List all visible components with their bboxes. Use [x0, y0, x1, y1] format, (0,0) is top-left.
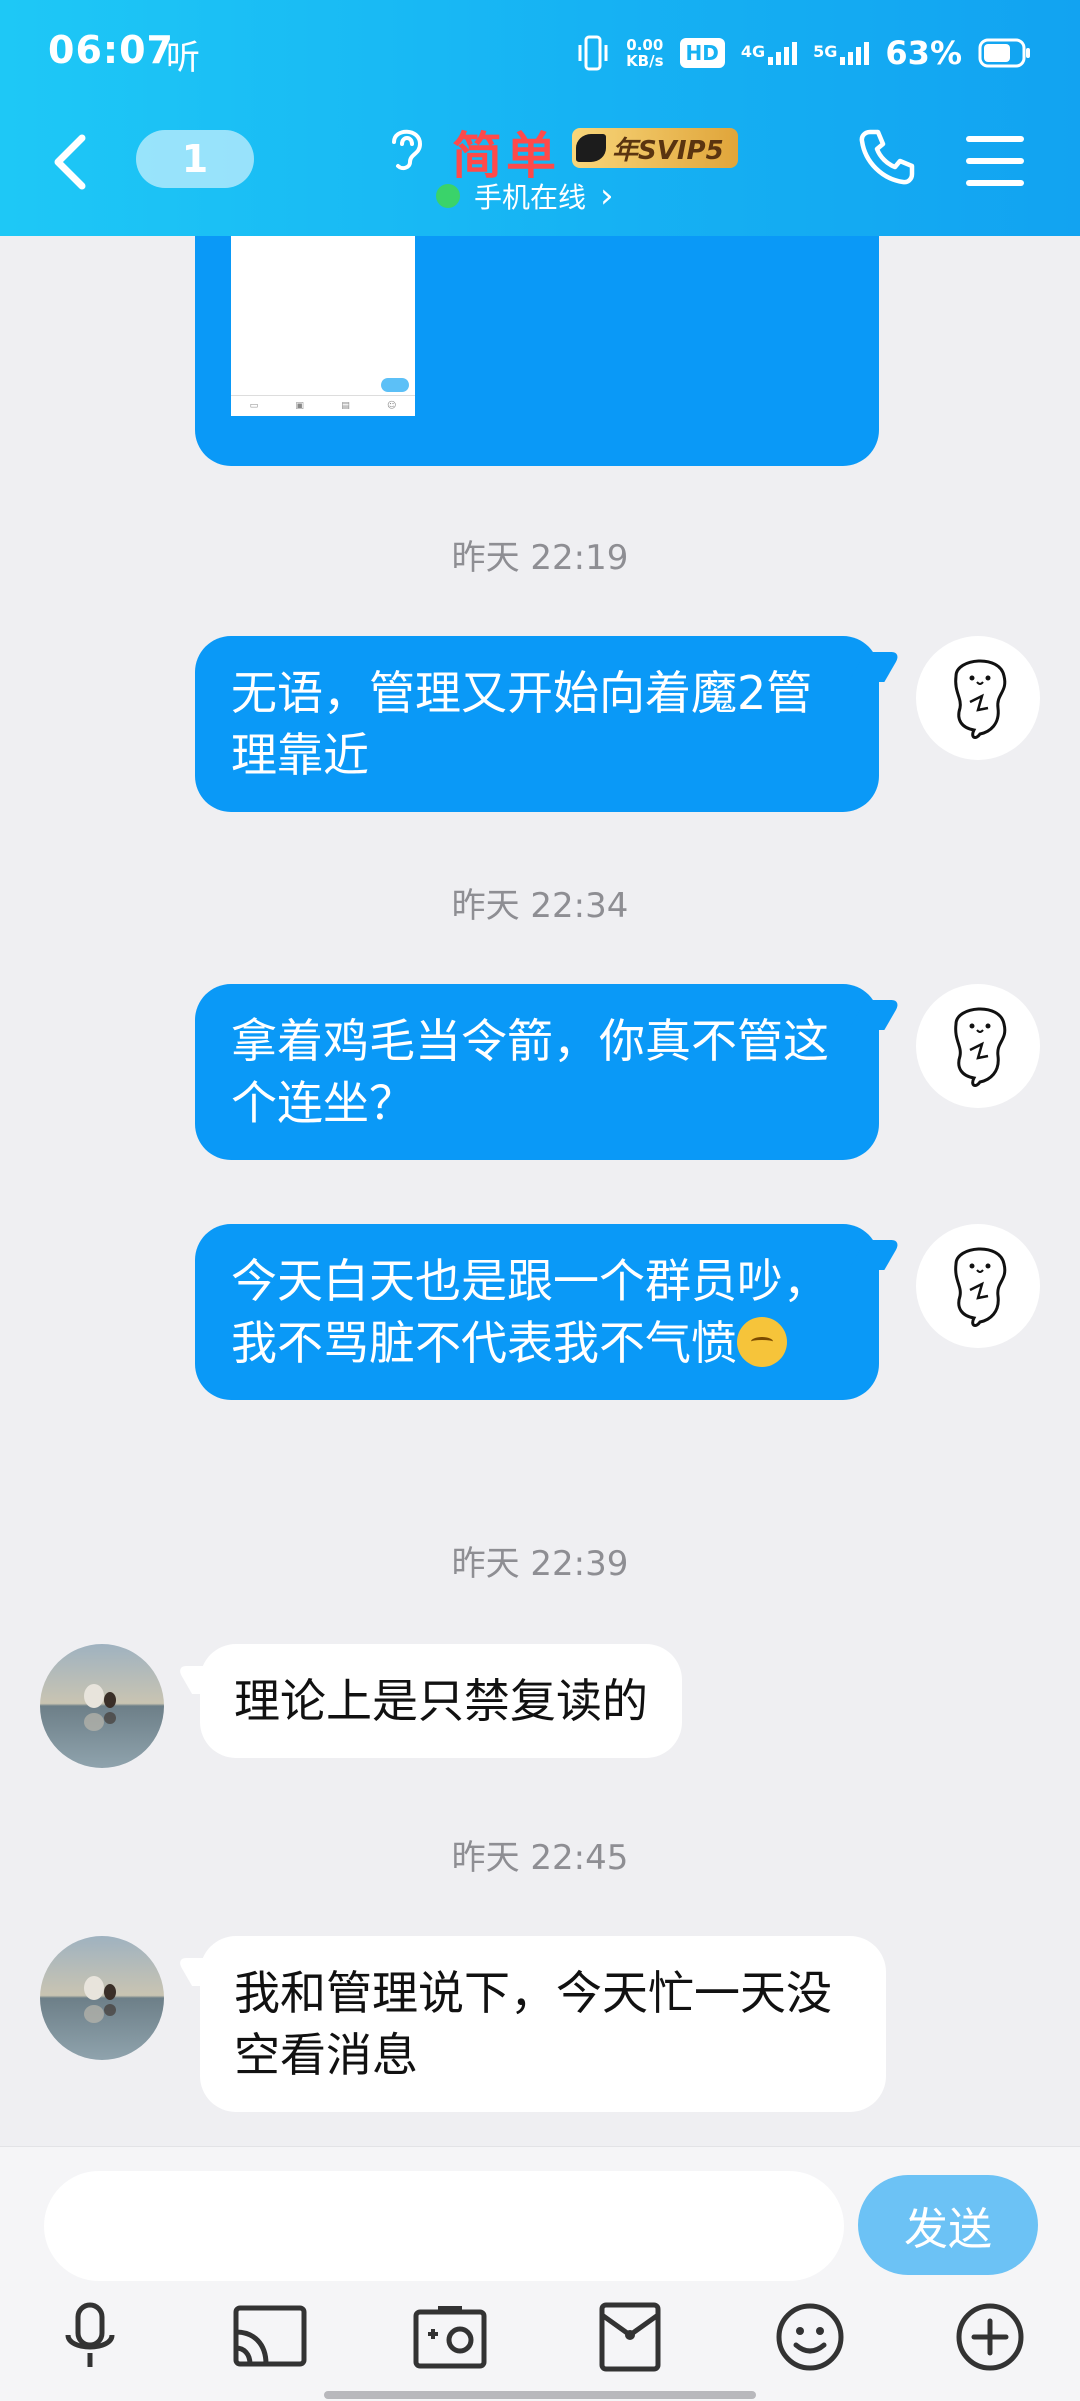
message-text: 我和管理说下，今天忙一天没空看消息: [234, 1966, 832, 2082]
message-bubble-sent[interactable]: 无语，管理又开始向着魔2管理靠近: [195, 636, 879, 812]
birds-photo-icon: [84, 1976, 116, 2023]
ear-icon: [392, 129, 423, 171]
plus-icon[interactable]: [950, 2297, 1030, 2377]
status-icons: 0.00 KB/s HD 4G 5G 63%: [576, 28, 1032, 78]
signal-4g-label: 4G: [740, 41, 766, 61]
home-indicator[interactable]: [324, 2391, 756, 2399]
birds-photo-icon: [84, 1684, 116, 1731]
message-text: 理论上是只禁复读的: [234, 1674, 648, 1728]
emoji-icon[interactable]: [770, 2297, 850, 2377]
photo-icon[interactable]: [410, 2297, 490, 2377]
chevron-right-icon: ›: [600, 176, 614, 216]
ghost-avatar-icon: [954, 1247, 1007, 1327]
battery-icon: [978, 38, 1030, 68]
menu-icon[interactable]: [966, 136, 1024, 202]
timestamp: 昨天 22:34: [451, 886, 629, 926]
screenshot-thumbnail[interactable]: ▭ ▣ ▤ ☺: [231, 236, 415, 416]
contact-avatar[interactable]: [40, 1644, 164, 1768]
battery-percent: 63%: [885, 34, 962, 72]
status-extra-label: 听: [166, 38, 200, 78]
status-bar: 06:07 听 0.00 KB/s HD 4G 5G 63%: [0, 0, 1080, 100]
timestamp: 昨天 22:19: [451, 538, 629, 578]
phone-icon[interactable]: [856, 126, 918, 188]
svip-badge: 年SVIP5: [572, 128, 738, 168]
unread-badge[interactable]: 1: [136, 130, 254, 188]
red-packet-icon[interactable]: [590, 2297, 670, 2377]
message-bubble-received[interactable]: 理论上是只禁复读的: [200, 1644, 682, 1758]
ghost-avatar-icon: [954, 659, 1007, 739]
signal-5g-label: 5G: [813, 41, 838, 61]
thumbnail-send-icon: [381, 378, 409, 392]
hd-icon: HD: [679, 38, 725, 68]
message-bubble-received[interactable]: 我和管理说下，今天忙一天没空看消息: [200, 1936, 886, 2112]
online-status-label: 手机在线: [474, 181, 587, 214]
network-speed: 0.00 KB/s: [626, 37, 663, 69]
thumbnail-toolbar: ▭ ▣ ▤ ☺: [231, 395, 415, 416]
signal-5g-icon: 5G: [813, 41, 870, 65]
chat-header: 06:07 听 0.00 KB/s HD 4G 5G 63% 1 简单 年SVI…: [0, 0, 1080, 236]
ghost-avatar-icon: [954, 1007, 1007, 1087]
chat-title[interactable]: 简单 年SVIP5: [386, 110, 746, 185]
image-message[interactable]: ▭ ▣ ▤ ☺: [195, 236, 879, 466]
my-avatar[interactable]: [916, 1224, 1040, 1348]
message-bubble-sent[interactable]: 今天白天也是跟一个群员吵，我不骂脏不代表我不气愤: [195, 1224, 879, 1400]
network-speed-value: 0.00: [626, 36, 664, 54]
navigation-bar: 1 简单 年SVIP5 手机在线 ›: [0, 100, 1080, 236]
timestamp: 昨天 22:45: [451, 1838, 629, 1878]
signal-4g-icon: 4G: [740, 41, 798, 65]
contact-avatar[interactable]: [40, 1936, 164, 2060]
status-time: 06:07: [48, 28, 174, 72]
svip-label: 年SVIP5: [612, 135, 724, 166]
smirk-emoji-icon: [737, 1317, 787, 1367]
message-input[interactable]: [44, 2171, 844, 2281]
message-text: 拿着鸡毛当令箭，你真不管这个连坐？: [231, 1014, 829, 1130]
microphone-icon[interactable]: [50, 2297, 130, 2377]
back-icon[interactable]: [48, 130, 92, 194]
composer-toolbar: [0, 2297, 1080, 2387]
message-text: 无语，管理又开始向着魔2管理靠近: [231, 666, 813, 782]
message-list[interactable]: ▭ ▣ ▤ ☺ 昨天 22:19 无语，管理又开始向着魔2管理靠近 昨天 22:34 …: [0, 236, 1080, 2146]
message-bubble-sent[interactable]: 拿着鸡毛当令箭，你真不管这个连坐？: [195, 984, 879, 1160]
my-avatar[interactable]: [916, 636, 1040, 760]
online-dot-icon: [436, 184, 460, 208]
screen-cast-icon[interactable]: [230, 2297, 310, 2377]
my-avatar[interactable]: [916, 984, 1040, 1108]
online-status[interactable]: 手机在线 ›: [436, 176, 614, 216]
network-speed-unit: KB/s: [626, 52, 664, 70]
send-button[interactable]: 发送: [858, 2175, 1038, 2275]
vibrate-icon: [578, 35, 608, 71]
svip-logo-icon: [576, 134, 606, 162]
composer: 发送: [0, 2146, 1080, 2401]
timestamp: 昨天 22:39: [451, 1544, 629, 1584]
